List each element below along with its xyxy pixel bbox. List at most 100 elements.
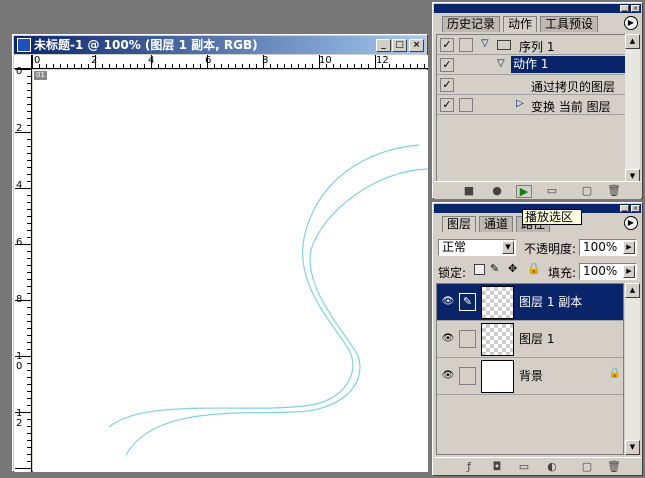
panel-menu-icon[interactable]: ▶ bbox=[624, 216, 638, 230]
expand-arrow-icon[interactable]: ▽ bbox=[497, 58, 505, 69]
opacity-field[interactable]: 100% ▶ bbox=[579, 239, 637, 256]
ruler-tick bbox=[27, 391, 31, 392]
ruler-tick bbox=[27, 272, 31, 273]
lock-transparency-icon[interactable] bbox=[474, 264, 485, 275]
expand-arrow-icon[interactable]: ▽ bbox=[481, 38, 489, 49]
ruler-tick bbox=[256, 64, 257, 68]
dialog-toggle[interactable] bbox=[459, 98, 473, 112]
toggle-check[interactable]: ✓ bbox=[440, 58, 454, 72]
blend-mode-select[interactable]: 正常 ▼ bbox=[438, 239, 516, 256]
stop-icon[interactable]: ■ bbox=[461, 185, 477, 198]
layer-style-icon[interactable]: ƒ bbox=[461, 461, 477, 474]
action-row-set[interactable]: ✓ ▽ 序列 1 bbox=[437, 35, 628, 55]
panel-minimize-button[interactable]: ▁ bbox=[620, 205, 629, 212]
link-toggle[interactable] bbox=[459, 330, 476, 348]
ruler-tick bbox=[27, 90, 31, 91]
document-titlebar[interactable]: 未标题-1 @ 100% (图层 1 副本, RGB) _ □ × bbox=[14, 36, 426, 54]
scroll-up-icon[interactable]: ▲ bbox=[625, 34, 640, 49]
panel-close-button[interactable]: × bbox=[631, 5, 640, 12]
play-icon[interactable]: ▶ bbox=[516, 185, 532, 198]
vertical-ruler[interactable]: 024681 01 2 bbox=[14, 67, 32, 472]
ruler-tick bbox=[15, 188, 31, 189]
actions-panel[interactable]: ▁ × 历史记录 动作 工具预设 ▶ ✓ ▽ 序列 1 ✓ ▽ 动作 1 ✓ 通… bbox=[432, 2, 643, 199]
maximize-button[interactable]: □ bbox=[392, 39, 407, 52]
adjustment-icon[interactable]: ◐ bbox=[544, 461, 560, 474]
actions-scrollbar[interactable]: ▲ ▼ bbox=[625, 34, 640, 184]
action-row-step[interactable]: ✓ 通过拷贝的图层 bbox=[437, 75, 628, 95]
expand-arrow-icon[interactable]: ▷ bbox=[516, 98, 524, 109]
tab-tool-presets[interactable]: 工具预设 bbox=[540, 16, 599, 32]
tab-layers[interactable]: 图层 bbox=[442, 216, 477, 232]
visibility-eye-icon[interactable]: 👁 bbox=[439, 368, 457, 384]
ruler-tick bbox=[27, 104, 31, 105]
new-layer-icon[interactable]: ▢ bbox=[579, 461, 595, 474]
new-group-icon[interactable]: ▭ bbox=[516, 461, 532, 474]
fill-field[interactable]: 100% ▶ bbox=[579, 263, 637, 280]
close-button[interactable]: × bbox=[409, 39, 424, 52]
lock-all-icon[interactable]: 🔒 bbox=[527, 262, 541, 275]
ruler-tick bbox=[27, 181, 31, 182]
layer-row[interactable]: 👁 图层 1 bbox=[437, 321, 623, 358]
new-set-icon[interactable]: ▭ bbox=[544, 185, 560, 198]
ruler-tick bbox=[410, 64, 411, 68]
panel-menu-icon[interactable]: ▶ bbox=[624, 16, 638, 30]
ruler-tick bbox=[27, 342, 31, 343]
layer-row[interactable]: 👁 背景 🔒 bbox=[437, 358, 623, 395]
visibility-eye-icon[interactable]: 👁 bbox=[439, 331, 457, 347]
photoshop-doc-icon bbox=[17, 38, 31, 52]
tab-actions[interactable]: 动作 bbox=[503, 16, 538, 32]
visibility-eye-icon[interactable]: 👁 bbox=[439, 294, 457, 310]
new-action-icon[interactable]: ▢ bbox=[579, 185, 595, 198]
record-icon[interactable]: ● bbox=[489, 185, 505, 198]
ruler-tick bbox=[27, 195, 31, 196]
scroll-down-icon[interactable]: ▼ bbox=[625, 440, 640, 455]
link-toggle[interactable] bbox=[459, 367, 476, 385]
toggle-check[interactable]: ✓ bbox=[440, 98, 454, 112]
ruler-tick bbox=[326, 64, 327, 68]
layers-list[interactable]: 👁 ✎ 图层 1 副本 👁 图层 1 👁 背景 🔒 bbox=[436, 283, 624, 455]
action-row-action[interactable]: ✓ ▽ 动作 1 bbox=[437, 55, 628, 75]
layer-row[interactable]: 👁 ✎ 图层 1 副本 bbox=[437, 284, 623, 321]
chevron-right-icon[interactable]: ▶ bbox=[623, 241, 635, 254]
lock-brush-icon[interactable]: ✎ bbox=[490, 262, 499, 275]
ruler-tick bbox=[27, 377, 31, 378]
ruler-tick bbox=[263, 55, 264, 68]
ruler-tick bbox=[382, 64, 383, 68]
actions-list[interactable]: ✓ ▽ 序列 1 ✓ ▽ 动作 1 ✓ 通过拷贝的图层 ✓ ▷ 变换 当前 图层 bbox=[436, 34, 628, 184]
layers-panel[interactable]: ▁ × 图层 通道 路径 ▶ 正常 ▼ 不透明度: 100% ▶ 锁定: ✎ ✥… bbox=[432, 202, 643, 476]
chevron-right-icon[interactable]: ▶ bbox=[623, 265, 635, 278]
horizontal-ruler[interactable]: 024681012 bbox=[32, 55, 428, 69]
action-set-label: 序列 1 bbox=[519, 40, 555, 54]
ruler-tick bbox=[27, 125, 31, 126]
document-window[interactable]: 未标题-1 @ 100% (图层 1 副本, RGB) _ □ × 024681… bbox=[12, 34, 428, 472]
mask-icon[interactable]: ◘ bbox=[489, 461, 505, 474]
delete-icon[interactable]: 🗑 bbox=[606, 461, 622, 474]
panel-minimize-button[interactable]: ▁ bbox=[620, 5, 629, 12]
toggle-check[interactable]: ✓ bbox=[440, 78, 454, 92]
actions-panel-titlebar[interactable]: ▁ × bbox=[434, 4, 641, 13]
ruler-tick bbox=[27, 440, 31, 441]
delete-icon[interactable]: 🗑 bbox=[606, 185, 622, 198]
scroll-up-icon[interactable]: ▲ bbox=[625, 283, 640, 298]
lock-move-icon[interactable]: ✥ bbox=[508, 262, 517, 275]
action-row-step[interactable]: ✓ ▷ 变换 当前 图层 bbox=[437, 95, 628, 115]
ruler-tick bbox=[81, 64, 82, 68]
brush-icon[interactable]: ✎ bbox=[459, 293, 476, 311]
ruler-h-label: 6 bbox=[205, 55, 212, 66]
canvas[interactable]: 01 bbox=[33, 70, 428, 472]
ruler-tick bbox=[305, 64, 306, 68]
layer-thumbnail bbox=[481, 286, 514, 319]
ruler-tick bbox=[15, 468, 31, 469]
chevron-down-icon[interactable]: ▼ bbox=[502, 241, 514, 254]
curve-path-2 bbox=[125, 168, 428, 456]
tab-history[interactable]: 历史记录 bbox=[442, 16, 501, 32]
ruler-tick bbox=[27, 433, 31, 434]
ruler-tick bbox=[15, 412, 31, 413]
tab-channels[interactable]: 通道 bbox=[479, 216, 514, 232]
toggle-check[interactable]: ✓ bbox=[440, 38, 454, 52]
minimize-button[interactable]: _ bbox=[376, 39, 391, 52]
panel-close-button[interactable]: × bbox=[631, 205, 640, 212]
dialog-toggle[interactable] bbox=[459, 38, 473, 52]
ruler-tick bbox=[298, 64, 299, 68]
layers-scrollbar[interactable]: ▲ ▼ bbox=[625, 283, 640, 455]
